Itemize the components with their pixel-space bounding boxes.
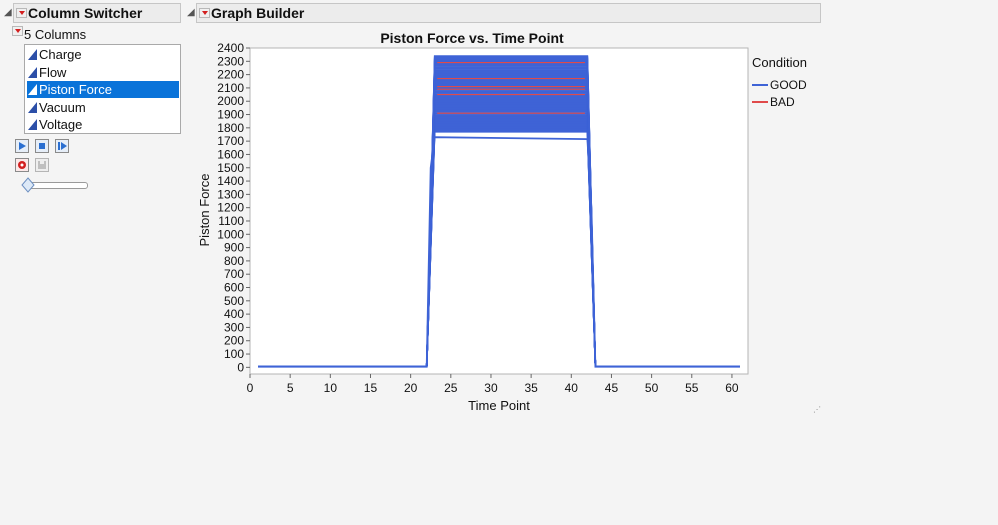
y-tick-label: 1700: [217, 134, 244, 148]
y-tick-label: 2000: [217, 94, 244, 108]
y-tick-label: 2100: [217, 81, 244, 95]
y-tick-label: 200: [224, 334, 244, 348]
y-tick-label: 800: [224, 254, 244, 268]
x-axis-label: Time Point: [468, 398, 530, 413]
legend-label: GOOD: [770, 78, 807, 92]
x-tick-label: 50: [645, 381, 659, 395]
y-tick-label: 1000: [217, 227, 244, 241]
y-tick-label: 1800: [217, 121, 244, 135]
x-tick-label: 45: [605, 381, 619, 395]
x-tick-label: 20: [404, 381, 418, 395]
x-axis: 0 5 10 15 20 25 30 35 40 45 50 55 60: [247, 374, 739, 395]
x-tick-label: 0: [247, 381, 254, 395]
x-tick-label: 55: [685, 381, 699, 395]
piston-force-chart: Piston Force vs. Time Point 010020030040…: [197, 30, 807, 413]
y-tick-label: 1300: [217, 187, 244, 201]
x-tick-label: 15: [364, 381, 378, 395]
y-tick-label: 1600: [217, 147, 244, 161]
y-tick-label: 1900: [217, 108, 244, 122]
x-tick-label: 30: [484, 381, 498, 395]
x-tick-label: 35: [524, 381, 538, 395]
y-tick-label: 1500: [217, 161, 244, 175]
y-tick-label: 0: [237, 360, 244, 374]
y-tick-label: 2300: [217, 54, 244, 68]
y-tick-label: 100: [224, 347, 244, 361]
x-tick-label: 25: [444, 381, 458, 395]
legend-title: Condition: [752, 55, 807, 70]
y-axis-label: Piston Force: [197, 174, 212, 247]
y-tick-label: 600: [224, 281, 244, 295]
y-tick-label: 300: [224, 320, 244, 334]
chart-title: Piston Force vs. Time Point: [380, 30, 564, 46]
y-tick-label: 1100: [218, 214, 244, 228]
resize-grip-icon[interactable]: ⋰: [813, 406, 821, 414]
y-tick-label: 400: [224, 307, 244, 321]
x-tick-label: 60: [725, 381, 739, 395]
y-tick-label: 900: [224, 241, 244, 255]
y-tick-label: 700: [224, 267, 244, 281]
legend-label: BAD: [770, 95, 795, 109]
y-tick-label: 1200: [217, 201, 244, 215]
y-tick-label: 2200: [217, 68, 244, 82]
y-tick-label: 1400: [217, 174, 244, 188]
x-tick-label: 10: [324, 381, 338, 395]
y-tick-label: 500: [224, 294, 244, 308]
y-axis: 0100200300400500600700800900100011001200…: [217, 41, 250, 374]
x-tick-label: 5: [287, 381, 294, 395]
legend: GOOD BAD: [752, 78, 807, 109]
x-tick-label: 40: [565, 381, 579, 395]
y-tick-label: 2400: [217, 41, 244, 55]
